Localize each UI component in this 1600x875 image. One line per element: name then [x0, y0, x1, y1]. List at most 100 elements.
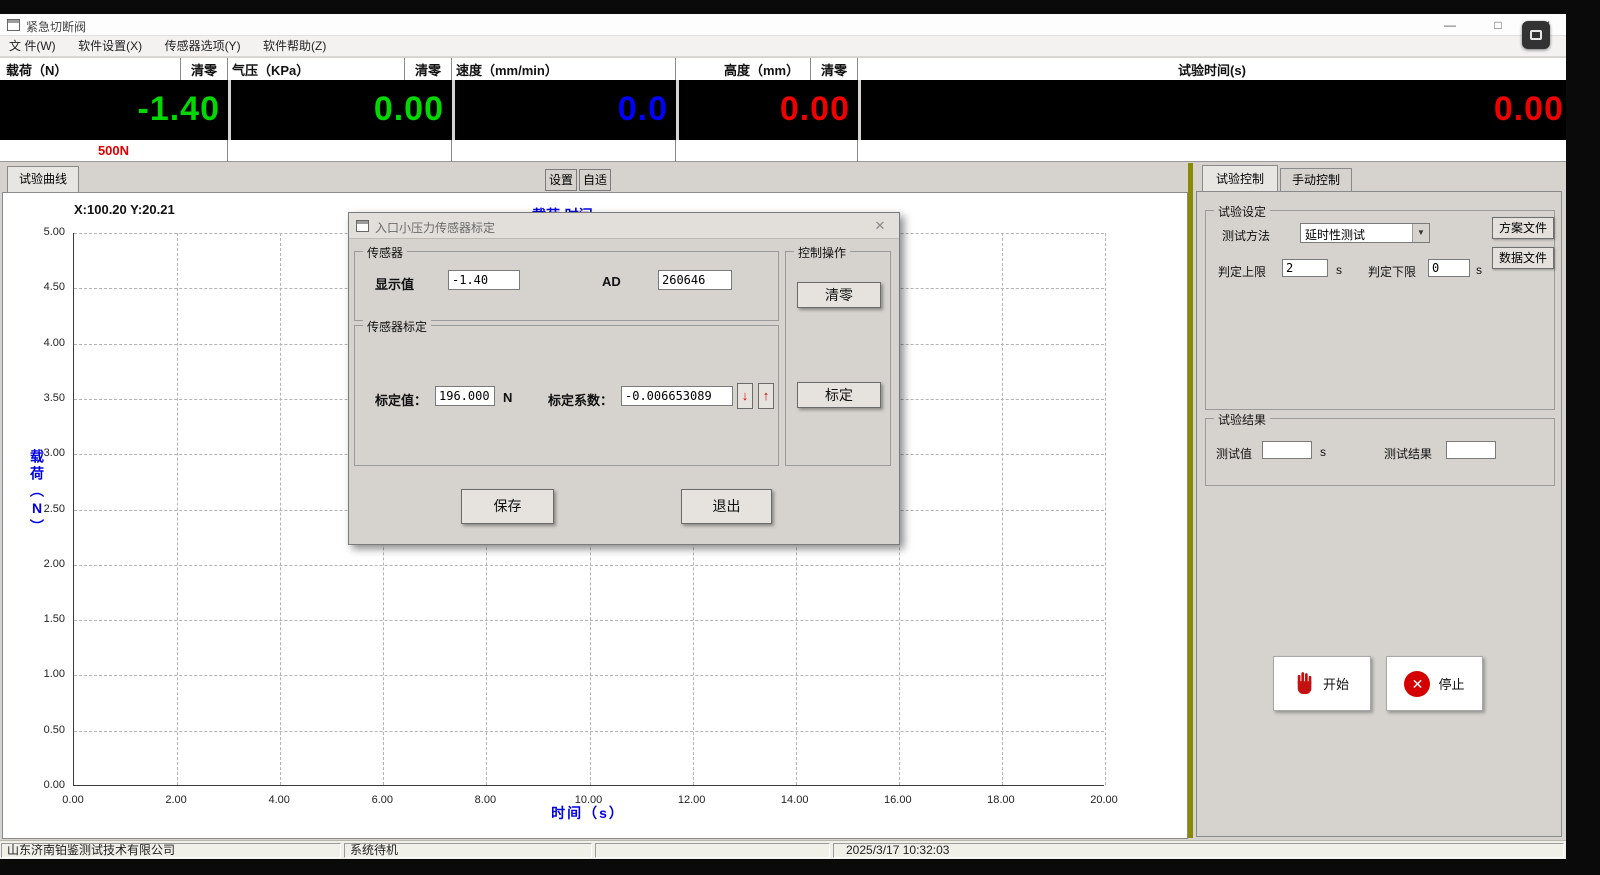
load-value: -1.40	[138, 90, 229, 128]
upper-limit-input[interactable]	[1282, 259, 1328, 277]
pressure-label: 气压（KPa）	[232, 60, 309, 79]
y-tick-label: 4.50	[44, 281, 65, 293]
dialog-close-icon[interactable]: ✕	[871, 217, 889, 235]
arrow-up-icon: ↑	[763, 388, 770, 403]
method-dropdown[interactable]: 延时性测试 ▼	[1300, 223, 1430, 243]
pressure-clear-button[interactable]: 清零	[404, 58, 451, 80]
x-tick-label: 20.00	[1090, 794, 1118, 806]
pressure-value-panel: 0.00	[231, 80, 452, 140]
sensor-group-label: 传感器	[363, 244, 407, 261]
calibration-group-label: 传感器标定	[363, 318, 431, 335]
menu-file[interactable]: 文 件(W)	[0, 36, 65, 56]
coef-label: 标定系数：	[548, 390, 613, 409]
test-result-group-label: 试验结果	[1214, 411, 1270, 428]
method-label: 测试方法	[1222, 227, 1270, 244]
test-result-input[interactable]	[1446, 441, 1496, 459]
y-tick-label: 2.00	[44, 558, 65, 570]
calib-value-input[interactable]	[435, 386, 495, 406]
grid-line-horizontal	[74, 620, 1104, 621]
coef-increase-button[interactable]: ↑	[758, 383, 774, 409]
load-clear-button[interactable]: 清零	[180, 58, 227, 80]
control-operation-group-label: 控制操作	[794, 244, 850, 261]
menu-help[interactable]: 软件帮助(Z)	[254, 36, 335, 56]
test-control-page: 试验设定 测试方法 延时性测试 ▼ 判定上限 s 判定下限 s 方案文件	[1196, 191, 1562, 837]
height-value: 0.00	[780, 90, 858, 128]
stop-button[interactable]: ✕ 停止	[1386, 656, 1483, 711]
desktop: 紧急切断阀 — □ ✕ 文 件(W) 软件设置(X) 传感器选项(Y) 软件帮助…	[0, 0, 1600, 875]
test-value-label: 测试值	[1216, 445, 1252, 462]
x-tick-label: 8.00	[475, 794, 496, 806]
sensor-group: 传感器 显示值 AD	[354, 251, 779, 321]
test-time-value: 0.00	[1494, 90, 1566, 128]
coef-input[interactable]	[621, 386, 733, 406]
tab-manual-control[interactable]: 手动控制	[1280, 168, 1352, 192]
coef-decrease-button[interactable]: ↓	[737, 383, 753, 409]
plan-file-button[interactable]: 方案文件	[1492, 217, 1554, 239]
height-value-panel: 0.00	[679, 80, 858, 140]
test-value-unit: s	[1320, 445, 1326, 459]
sub-cell	[452, 140, 676, 162]
y-tick-label: 0.50	[44, 724, 65, 736]
dialog-title: 入口小压力传感器标定	[375, 219, 495, 236]
data-file-button[interactable]: 数据文件	[1492, 247, 1554, 269]
app-icon	[7, 19, 20, 31]
y-tick-label: 1.00	[44, 668, 65, 680]
zero-button[interactable]: 清零	[797, 282, 881, 308]
test-result-label: 测试结果	[1384, 445, 1432, 462]
chart-settings-button[interactable]: 设置	[545, 169, 577, 191]
speed-value-panel: 0.0	[455, 80, 676, 140]
start-button-label: 开始	[1323, 674, 1349, 693]
dialog-icon	[356, 220, 369, 232]
lower-limit-label: 判定下限	[1368, 263, 1416, 280]
arrow-down-icon: ↓	[742, 388, 749, 403]
test-value-input[interactable]	[1262, 441, 1312, 459]
chart-autofit-button[interactable]: 自适	[579, 169, 611, 191]
ad-value-input[interactable]	[658, 270, 732, 290]
grid-line-vertical	[1002, 233, 1003, 785]
minimize-icon[interactable]: —	[1435, 14, 1465, 36]
menu-software-settings[interactable]: 软件设置(X)	[69, 36, 151, 56]
display-value-label: 显示值	[375, 274, 414, 293]
sub-cell	[228, 140, 452, 162]
test-time-label: 试验时间(s)	[1178, 60, 1246, 79]
calibrate-button[interactable]: 标定	[797, 382, 881, 408]
save-button[interactable]: 保存	[461, 489, 554, 524]
menu-sensor-options[interactable]: 传感器选项(Y)	[156, 36, 250, 56]
speed-value: 0.0	[618, 90, 676, 128]
exit-button[interactable]: 退出	[681, 489, 772, 524]
grid-line-horizontal	[74, 675, 1104, 676]
title-bar: 紧急切断阀 — □ ✕	[0, 14, 1566, 36]
speed-label: 速度（mm/min）	[456, 60, 558, 79]
status-datetime: 2025/3/17 10:32:03	[833, 843, 1564, 858]
screen-overlay-icon[interactable]	[1522, 21, 1550, 49]
ad-label: AD	[602, 274, 621, 289]
x-tick-label: 4.00	[268, 794, 289, 806]
panel-splitter[interactable]	[1188, 163, 1193, 838]
start-button[interactable]: 开始	[1273, 656, 1371, 711]
load-label: 载荷（N）	[6, 60, 67, 79]
load-header-cell: 载荷（N） 清零	[0, 58, 228, 80]
x-tick-label: 2.00	[165, 794, 186, 806]
chevron-down-icon: ▼	[1412, 224, 1429, 242]
tab-test-curve[interactable]: 试验曲线	[7, 166, 79, 192]
readout-sub-row: 500N	[0, 140, 1566, 162]
y-tick-label: 3.50	[44, 392, 65, 404]
upper-limit-unit: s	[1336, 263, 1342, 277]
sub-cell	[676, 140, 858, 162]
x-tick-label: 0.00	[62, 794, 83, 806]
stop-button-label: 停止	[1438, 674, 1464, 693]
x-tick-label: 14.00	[781, 794, 809, 806]
hand-icon	[1295, 672, 1315, 696]
height-clear-button[interactable]: 清零	[810, 58, 857, 80]
maximize-icon[interactable]: □	[1483, 14, 1513, 36]
grid-line-horizontal	[74, 731, 1104, 732]
tab-test-control[interactable]: 试验控制	[1202, 165, 1278, 192]
display-value-input[interactable]	[448, 270, 520, 290]
window-title: 紧急切断阀	[26, 18, 86, 35]
lower-limit-input[interactable]	[1428, 259, 1470, 277]
y-tick-label: 4.00	[44, 337, 65, 349]
y-tick-label: 0.00	[44, 779, 65, 791]
calib-unit-label: N	[503, 390, 512, 405]
calibration-group: 传感器标定 标定值： N 标定系数： ↓ ↑	[354, 325, 779, 466]
load-value-panel: -1.40	[0, 80, 228, 140]
